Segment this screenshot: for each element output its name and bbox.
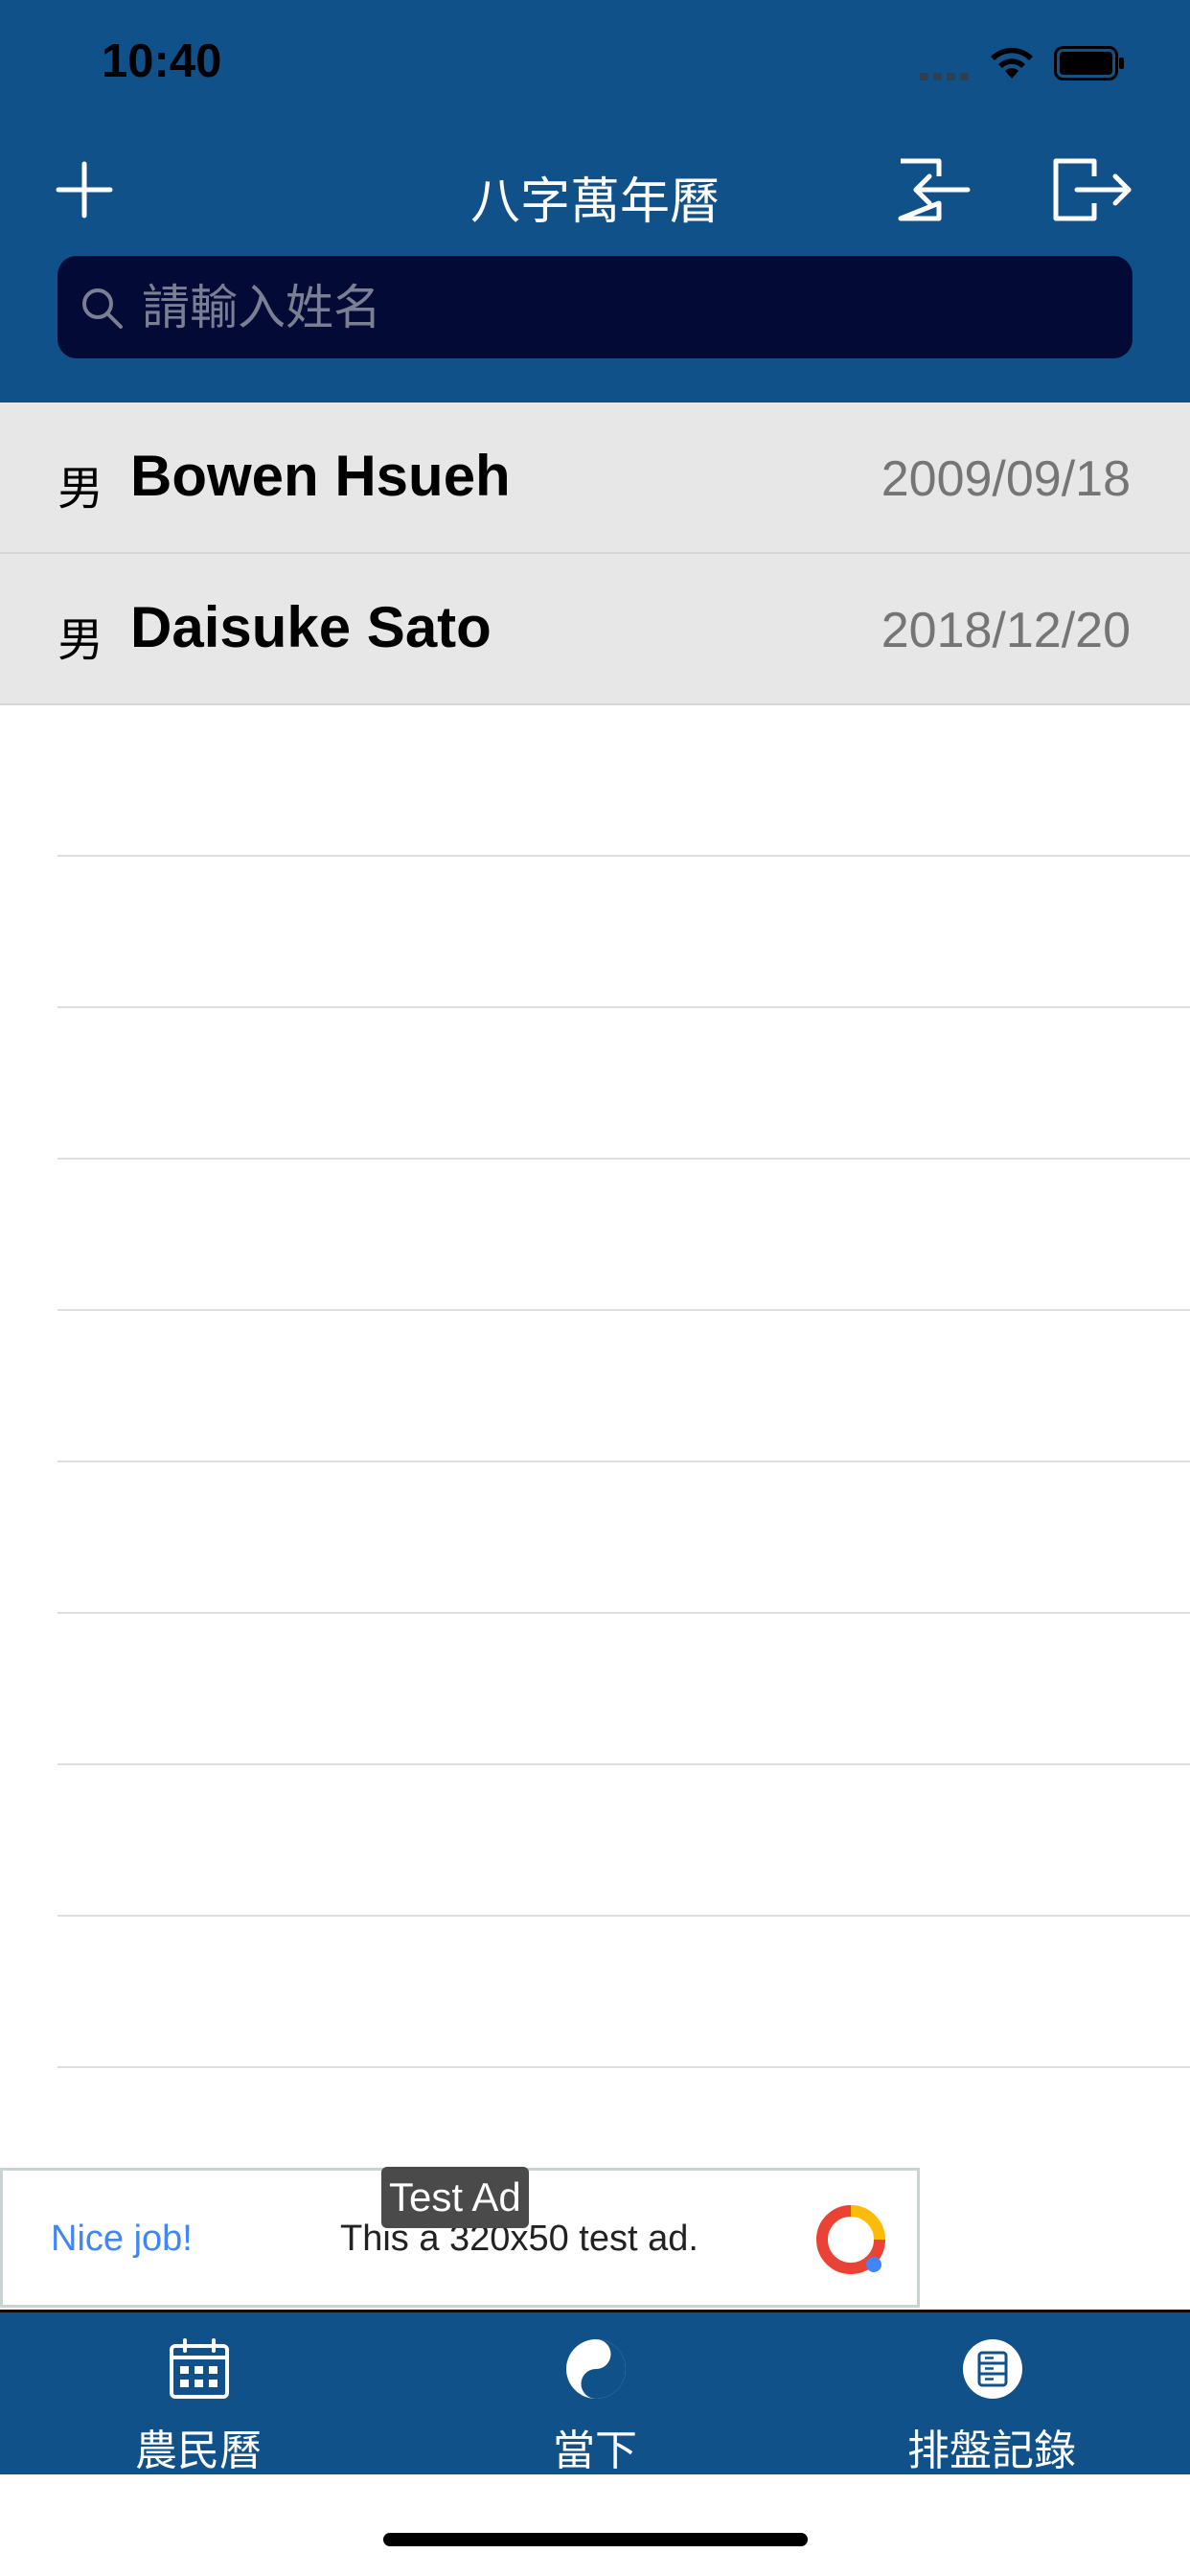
record-date: 2018/12/20 (881, 603, 1131, 658)
tab-almanac[interactable]: 農民曆 (0, 2312, 397, 2477)
empty-row (57, 1008, 1190, 1160)
battery-icon (1054, 46, 1124, 80)
empty-row (57, 1917, 1190, 2068)
calendar-icon (170, 2338, 229, 2399)
cellular-signal-icon (920, 71, 970, 80)
tab-bar: 農民曆 當下 排盤記錄 (0, 2310, 1190, 2477)
empty-row (57, 1311, 1190, 1462)
tab-label: 農民曆 (135, 2426, 262, 2475)
list-item[interactable]: 男 Bowen Hsueh 2009/09/18 (0, 402, 1190, 554)
page-title: 八字萬年曆 (469, 173, 720, 231)
home-indicator-area (0, 2474, 1190, 2576)
record-date: 2009/09/18 (881, 451, 1131, 507)
navigation-bar: 八字萬年曆 (0, 144, 1190, 240)
record-name: Daisuke Sato (130, 595, 492, 659)
tab-label: 當下 (553, 2426, 637, 2475)
yin-yang-icon (566, 2339, 626, 2399)
test-ad-tag: Test Ad (381, 2167, 529, 2228)
header: 10:40 八字萬年曆 (0, 0, 1190, 402)
search-bar (57, 256, 1133, 358)
empty-row (57, 857, 1190, 1008)
import-icon[interactable] (897, 157, 972, 222)
record-name: Bowen Hsueh (130, 444, 511, 508)
ad-logo-icon (816, 2205, 885, 2274)
home-indicator[interactable] (383, 2533, 808, 2546)
search-icon (82, 288, 123, 329)
export-icon[interactable] (1052, 157, 1133, 222)
status-time: 10:40 (102, 35, 222, 87)
gender-label: 男 (57, 462, 104, 516)
list-item[interactable]: 男 Daisuke Sato 2018/12/20 (0, 554, 1190, 705)
records-list: 男 Bowen Hsueh 2009/09/18 男 Daisuke Sato … (0, 402, 1190, 2068)
empty-row (57, 1614, 1190, 1765)
status-bar: 10:40 (0, 0, 1190, 125)
records-icon (963, 2339, 1022, 2399)
empty-row (57, 1160, 1190, 1311)
empty-row (57, 1765, 1190, 1917)
tab-now[interactable]: 當下 (397, 2312, 793, 2477)
gender-label: 男 (57, 613, 104, 667)
tab-label: 排盤記錄 (907, 2426, 1076, 2475)
ad-headline: Nice job! (51, 2219, 193, 2259)
tab-records[interactable]: 排盤記錄 (793, 2312, 1190, 2477)
empty-row (57, 705, 1190, 857)
search-input[interactable] (142, 256, 1100, 358)
empty-row (57, 1462, 1190, 1614)
wifi-icon (991, 47, 1033, 79)
